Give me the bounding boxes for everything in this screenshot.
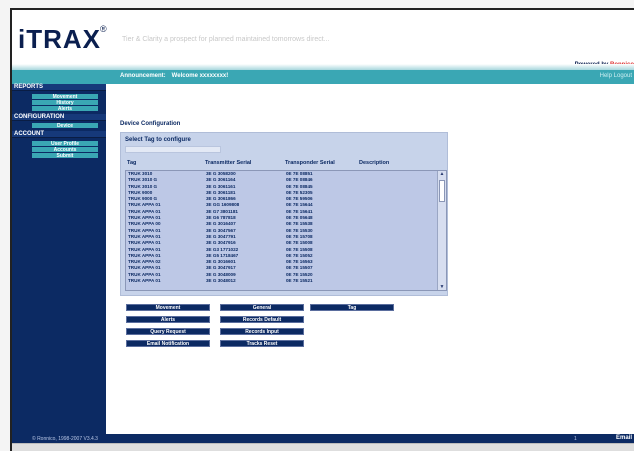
column-header-tag: Tag	[127, 160, 137, 166]
main-content: Device Configuration Select Tag to confi…	[106, 84, 634, 434]
top-bar-links[interactable]: Help Logout	[600, 73, 632, 79]
welcome-text: Announcement: Welcome xxxxxxxx!	[120, 73, 228, 79]
copyright: © Ronnico, 1998-2007 V3.4.3	[32, 436, 98, 442]
scrollbar-thumb[interactable]	[439, 180, 445, 202]
itrax-logo[interactable]: iTRAX	[18, 24, 101, 55]
column-header-transponder-serial: Transponder Serial	[285, 160, 335, 166]
sidebar-item-device[interactable]: Device	[32, 123, 98, 129]
tag-selection-panel: Select Tag to configure Tag Transmitter …	[120, 132, 448, 296]
welcome-label: Welcome xxxxxxxx!	[171, 73, 229, 79]
sidebar-item-alerts[interactable]: Alerts	[32, 106, 98, 112]
announcement-label: Announcement:	[120, 73, 166, 79]
top-bar	[12, 64, 634, 84]
transmitter-serial-cell: 3E G 3048012	[206, 278, 236, 284]
panel-label: Select Tag to configure	[125, 137, 191, 143]
tag-cell: TRUK APPA 01	[128, 278, 161, 284]
tag-button[interactable]: Tag	[310, 304, 394, 311]
sidebar-header-reports: REPORTS	[12, 84, 106, 91]
status-strip	[12, 443, 634, 451]
general-button[interactable]: General	[220, 304, 304, 311]
scroll-up-icon[interactable]: ▲	[439, 171, 445, 177]
page-title: Device Configuration	[120, 121, 181, 127]
transponder-serial-cell: 0E 7E 15521	[286, 278, 313, 284]
sidebar-group-configuration: Device	[12, 121, 106, 131]
email-notification-button[interactable]: Email Notification	[126, 340, 210, 347]
sidebar-group-reports: Movement History Alerts	[12, 91, 106, 114]
sidebar-header-configuration: CONFIGURATION	[12, 114, 106, 121]
sidebar-item-submit[interactable]: Submit	[32, 153, 98, 159]
records-input-button[interactable]: Records Input	[220, 328, 304, 335]
query-request-button[interactable]: Query Request	[126, 328, 210, 335]
tracks-reset-button[interactable]: Tracks Reset	[220, 340, 304, 347]
tag-list-scrollbar[interactable]: ▲ ▼	[437, 171, 446, 290]
footer-email-link[interactable]: Email	[616, 435, 632, 441]
tag-search-input[interactable]	[125, 146, 221, 153]
tag-list-rows: TRUK 3010 3E G 3058200 0E 7E 08851 TRUK 301…	[126, 171, 446, 284]
tag-list[interactable]: TRUK 3010 3E G 3058200 0E 7E 08851 TRUK 301…	[125, 170, 447, 291]
records-default-button[interactable]: Records Default	[220, 316, 304, 323]
movement-button[interactable]: Movement	[126, 304, 210, 311]
column-header-description: Description	[359, 160, 390, 166]
header: iTRAX ® Tier & Clarity a prospect for pl…	[12, 10, 634, 70]
app-window: iTRAX ® Tier & Clarity a prospect for pl…	[10, 8, 634, 451]
registered-mark: ®	[100, 24, 107, 34]
sidebar-header-account: ACCOUNT	[12, 131, 106, 138]
alerts-button[interactable]: Alerts	[126, 316, 210, 323]
table-row[interactable]: TRUK APPA 01 3E G 3048012 0E 7E 15521	[126, 278, 446, 284]
footer-page: 1	[574, 436, 577, 442]
column-header-transmitter-serial: Transmitter Serial	[205, 160, 252, 166]
footer-bar	[12, 434, 634, 443]
sidebar: REPORTS Movement History Alerts CONFIGUR…	[12, 84, 106, 434]
sidebar-group-account: User Profile Accounts Submit	[12, 138, 106, 161]
scroll-down-icon[interactable]: ▼	[439, 284, 445, 290]
tagline: Tier & Clarity a prospect for planned ma…	[122, 36, 330, 43]
